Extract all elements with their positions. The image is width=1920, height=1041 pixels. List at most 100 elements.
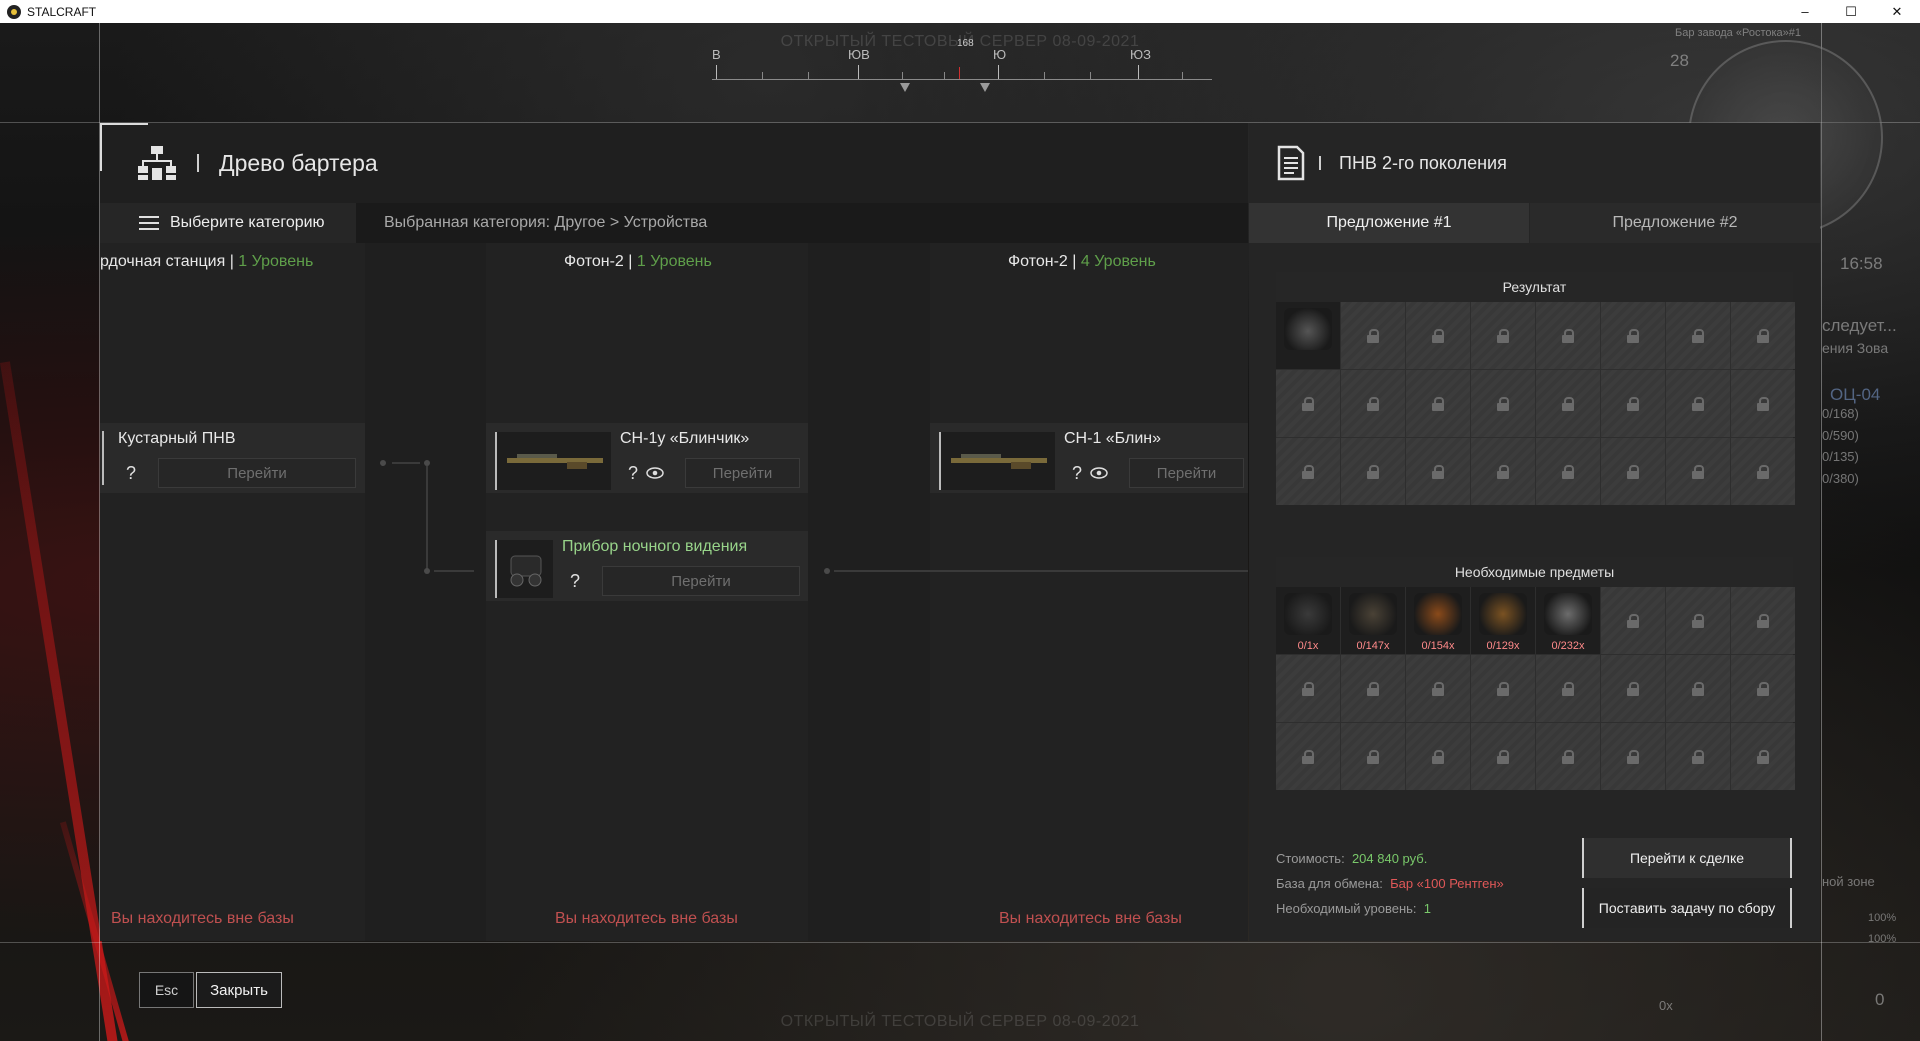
close-button[interactable]: Закрыть (196, 972, 282, 1008)
quest-text: ения Зова (1822, 340, 1889, 356)
menu-icon (139, 216, 159, 230)
ore-chunk-icon (1544, 593, 1592, 635)
lock-icon (1627, 328, 1639, 343)
locked-slot (1341, 438, 1405, 505)
go-button[interactable]: Перейти (1129, 458, 1244, 488)
tree-column (100, 243, 365, 941)
compass-heading: 168 (957, 38, 974, 49)
question-icon[interactable]: ? (1072, 463, 1082, 484)
required-item-slot[interactable]: 0/154x (1406, 587, 1470, 654)
stamina-percent: 100% (1868, 933, 1897, 945)
lock-icon (1367, 749, 1379, 764)
node-name: СН-1 «Блин» (1064, 430, 1162, 447)
ammo-line: 0/135) (1822, 449, 1859, 464)
ammo-line: 0/590) (1822, 428, 1859, 443)
eye-icon[interactable] (1090, 467, 1108, 479)
lock-icon (1302, 396, 1314, 411)
eye-icon[interactable] (646, 467, 664, 479)
health-percent: 100% (1868, 912, 1897, 924)
locked-slot (1601, 723, 1665, 790)
counter-left: 0x (1659, 998, 1673, 1013)
locked-slot (1406, 302, 1470, 369)
ammo-line: 0/380) (1822, 471, 1859, 486)
lock-icon (1627, 613, 1639, 628)
locked-slot (1731, 438, 1795, 505)
tree-node-night-vision[interactable]: Прибор ночного видения ? Перейти (486, 531, 808, 601)
set-collection-task-button[interactable]: Поставить задачу по сбору (1582, 888, 1792, 928)
required-item-slot[interactable]: 0/129x (1471, 587, 1535, 654)
lock-icon (1692, 613, 1704, 628)
column-header: рдочная станция | 1 Уровень (100, 253, 314, 270)
locked-slot (1731, 370, 1795, 437)
tree-node-sn1[interactable]: СН-1 «Блин» ? Перейти (930, 423, 1248, 493)
go-button[interactable]: Перейти (158, 458, 356, 488)
panel-corner-accent (100, 123, 102, 171)
question-icon[interactable]: ? (628, 463, 638, 484)
lock-icon (1757, 464, 1769, 479)
maximize-button[interactable]: ☐ (1828, 0, 1874, 23)
lock-icon (1757, 681, 1769, 696)
close-window-button[interactable]: ✕ (1874, 0, 1920, 23)
locked-slot (1406, 723, 1470, 790)
required-item-slot[interactable]: 0/147x (1341, 587, 1405, 654)
location-label: Бар завода «Ростока»#1 (1675, 27, 1802, 39)
compass-label: ЮЗ (1130, 47, 1151, 62)
locked-slot (1536, 370, 1600, 437)
connector-dot (424, 568, 430, 574)
select-category-button[interactable]: Выберите категорию (100, 203, 356, 243)
select-category-label: Выберите категорию (170, 214, 325, 231)
required-item-slot[interactable]: 0/232x (1536, 587, 1600, 654)
tree-node-kustarny-pnv[interactable]: Кустарный ПНВ ? Перейти (100, 423, 365, 493)
compass-tick (1182, 72, 1183, 79)
lock-icon (1562, 328, 1574, 343)
lock-icon (1692, 328, 1704, 343)
go-to-deal-button[interactable]: Перейти к сделке (1582, 838, 1792, 878)
compass-tick (762, 72, 763, 79)
required-title: Необходимые предметы (1276, 557, 1793, 587)
window-titlebar: STALCRAFT – ☐ ✕ (0, 0, 1920, 23)
go-button[interactable]: Перейти (685, 458, 800, 488)
go-button[interactable]: Перейти (602, 566, 800, 596)
tab-offer-1[interactable]: Предложение #1 (1249, 203, 1529, 243)
lock-icon (1757, 613, 1769, 628)
lock-icon (1757, 749, 1769, 764)
node-name: Прибор ночного видения (562, 538, 748, 555)
question-icon[interactable]: ? (126, 463, 136, 484)
lock-icon (1627, 464, 1639, 479)
game-clock: 16:58 (1840, 254, 1883, 273)
locked-slot (1471, 370, 1535, 437)
tree-column (930, 243, 1248, 941)
lock-icon (1432, 396, 1444, 411)
tab-offer-2[interactable]: Предложение #2 (1530, 203, 1820, 243)
compass-waypoint-icon (900, 83, 910, 92)
item-quantity: 0/232x (1551, 640, 1585, 652)
locked-slot (1666, 302, 1730, 369)
locked-slot (1471, 723, 1535, 790)
result-item-slot[interactable] (1276, 302, 1340, 369)
outside-base-warning: Вы находитесь вне базы (555, 910, 738, 927)
tree-node-sn1u[interactable]: СН-1у «Блинчик» ? Перейти (486, 423, 808, 493)
lock-icon (1367, 464, 1379, 479)
locked-slot (1536, 302, 1600, 369)
lock-icon (1627, 749, 1639, 764)
minimize-button[interactable]: – (1782, 0, 1828, 23)
locked-slot (1536, 723, 1600, 790)
lock-icon (1497, 396, 1509, 411)
lock-icon (1757, 396, 1769, 411)
locked-slot (1601, 370, 1665, 437)
locked-slot (1731, 587, 1795, 654)
barter-tree-header: Древо бартера (137, 143, 378, 183)
lock-icon (1432, 749, 1444, 764)
column-header: Фотон-2 | 4 Уровень (1008, 253, 1156, 270)
required-item-slot[interactable]: 0/1x (1276, 587, 1340, 654)
column-header: Фотон-2 | 1 Уровень (564, 253, 712, 270)
offer-item-title: ПНВ 2-го поколения (1339, 152, 1507, 173)
close-controls: Esc Закрыть (139, 972, 282, 1008)
locked-slot (1666, 723, 1730, 790)
wire-tool-icon (1349, 593, 1397, 635)
question-icon[interactable]: ? (570, 571, 580, 592)
compass-label: ЮВ (848, 47, 870, 62)
item-quantity: 0/154x (1421, 640, 1455, 652)
zone-status: ной зоне (1822, 874, 1875, 889)
node-name: СН-1у «Блинчик» (620, 430, 750, 447)
